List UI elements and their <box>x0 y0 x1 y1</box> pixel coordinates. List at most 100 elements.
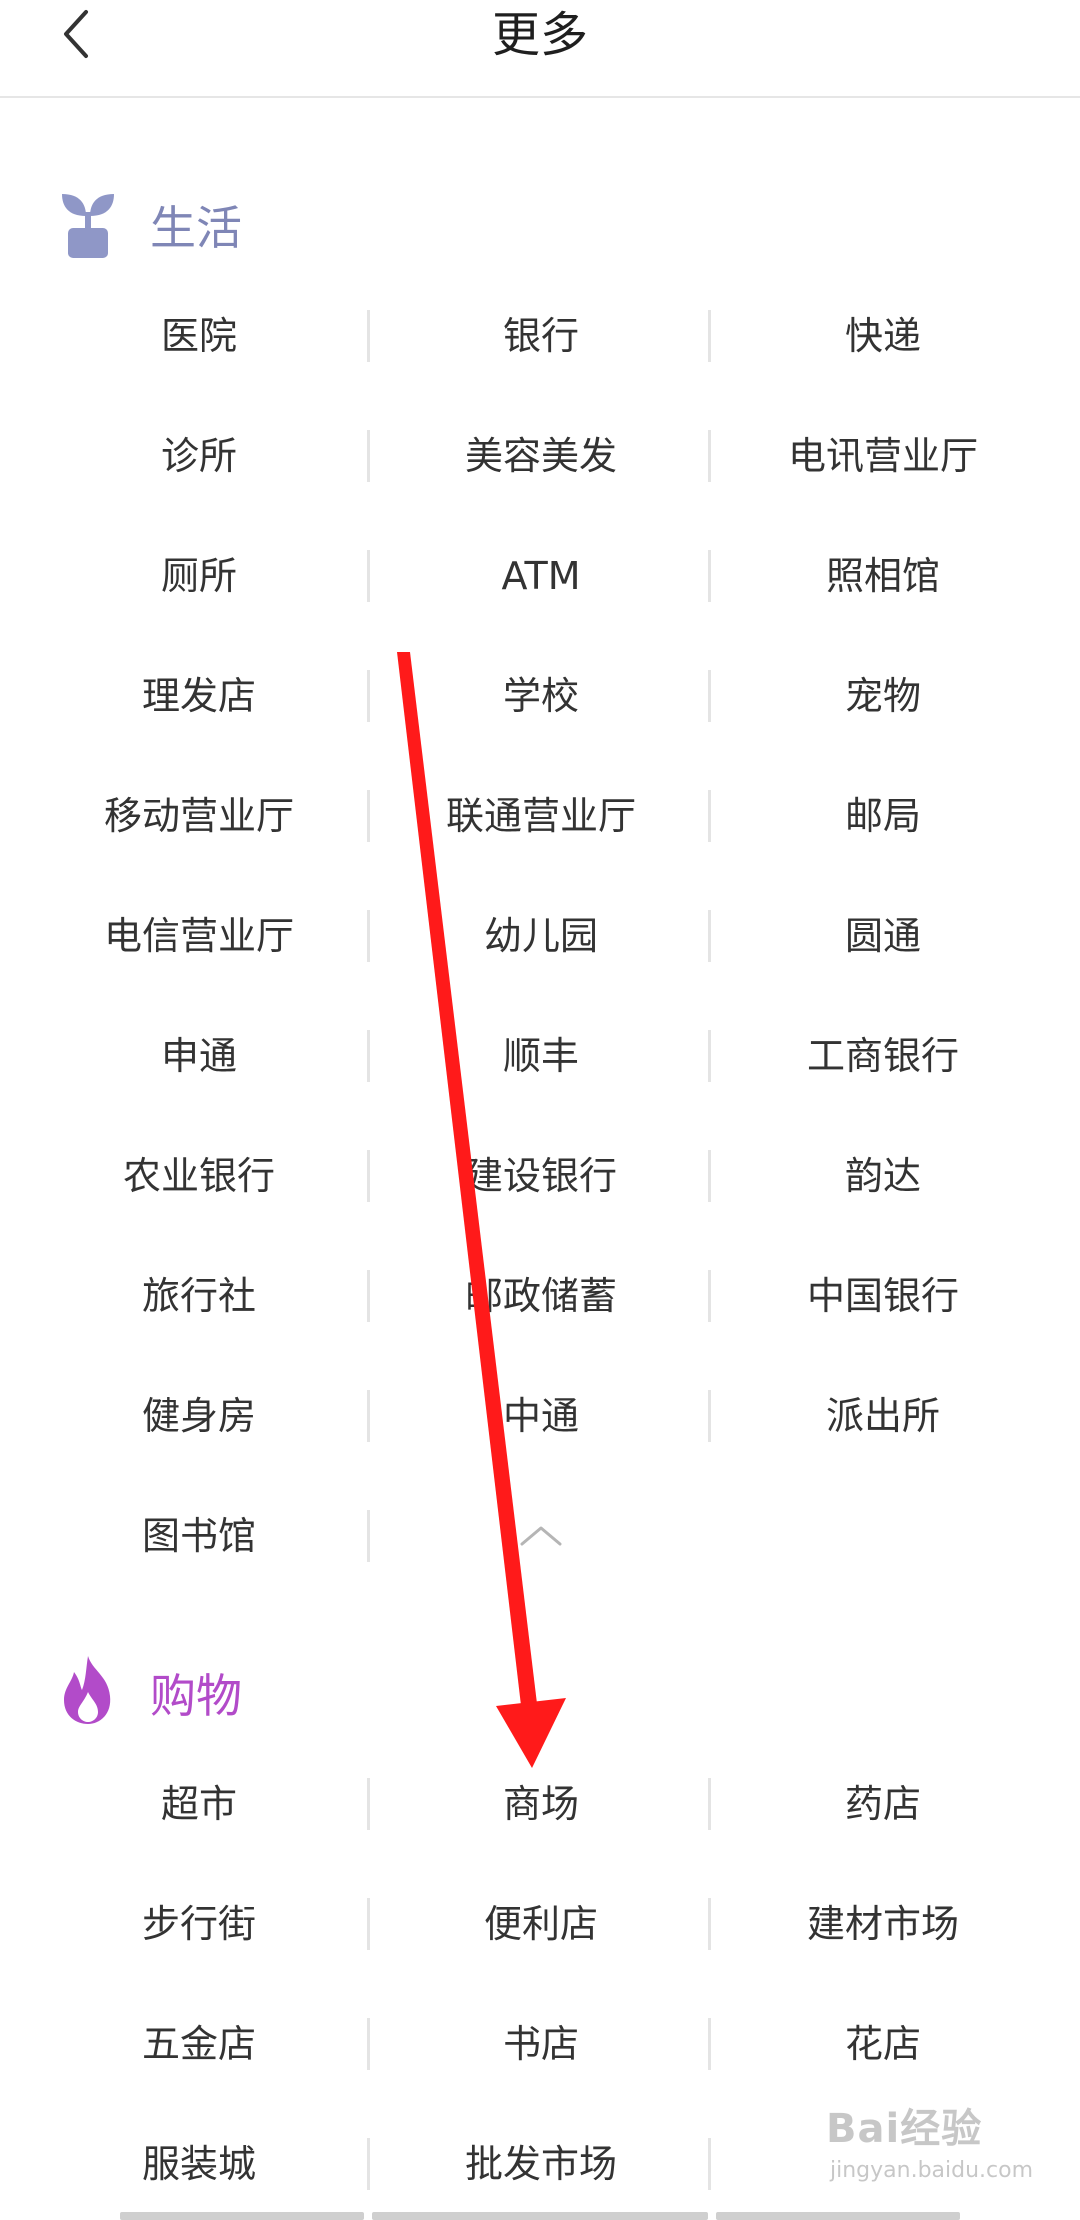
category-item[interactable]: ATM <box>370 516 712 636</box>
category-item[interactable]: 诊所 <box>28 396 370 516</box>
column-divider <box>708 1778 711 1830</box>
category-item[interactable]: 建设银行 <box>370 1116 712 1236</box>
category-item[interactable]: 顺丰 <box>370 996 712 1116</box>
grid-row: 步行街 便利店 建材市场 <box>0 1864 1080 1984</box>
column-divider <box>708 310 711 362</box>
category-item[interactable]: 便利店 <box>370 1864 712 1984</box>
category-item[interactable]: 移动营业厅 <box>28 756 370 876</box>
category-item[interactable]: 学校 <box>370 636 712 756</box>
column-divider <box>367 2018 370 2070</box>
category-item[interactable]: 药店 <box>712 1744 1054 1864</box>
category-item[interactable]: 理发店 <box>28 636 370 756</box>
sprout-icon <box>62 194 114 258</box>
column-divider <box>367 1270 370 1322</box>
category-item[interactable]: 商场 <box>370 1744 712 1864</box>
category-item[interactable]: 幼儿园 <box>370 876 712 996</box>
category-item[interactable]: 步行街 <box>28 1864 370 1984</box>
grid-row: 电信营业厅 幼儿园 圆通 <box>0 876 1080 996</box>
top-nav-bar: 更多 <box>0 0 1080 98</box>
column-divider <box>708 670 711 722</box>
category-item[interactable]: 中国银行 <box>712 1236 1054 1356</box>
category-item[interactable]: 健身房 <box>28 1356 370 1476</box>
grid-row: 旅行社 邮政储蓄 中国银行 <box>0 1236 1080 1356</box>
category-item[interactable]: 批发市场 <box>370 2104 712 2220</box>
column-divider <box>708 1150 711 1202</box>
grid-row: 厕所 ATM 照相馆 <box>0 516 1080 636</box>
category-item[interactable]: 申通 <box>28 996 370 1116</box>
category-item[interactable]: 花店 <box>712 1984 1054 2104</box>
section-title-shop: 购物 <box>150 1669 242 1723</box>
column-divider <box>708 1030 711 1082</box>
column-divider <box>367 430 370 482</box>
column-divider <box>367 2138 370 2190</box>
category-item[interactable]: 超市 <box>28 1744 370 1864</box>
category-item[interactable]: 派出所 <box>712 1356 1054 1476</box>
column-divider <box>367 910 370 962</box>
category-item[interactable]: 邮局 <box>712 756 1054 876</box>
column-divider <box>367 1510 370 1562</box>
column-divider <box>708 790 711 842</box>
section-title-life: 生活 <box>150 201 242 255</box>
section-header-life: 生活 <box>0 188 1080 268</box>
chevron-up-icon <box>520 1526 562 1546</box>
category-item[interactable]: 农业银行 <box>28 1116 370 1236</box>
column-divider <box>708 430 711 482</box>
category-item[interactable]: 工商银行 <box>712 996 1054 1116</box>
category-item[interactable]: 五金店 <box>28 1984 370 2104</box>
category-item[interactable]: 快递 <box>712 276 1054 396</box>
category-item[interactable]: 书店 <box>370 1984 712 2104</box>
more-categories-page: 更多 生活 医院 银行 快递 诊所 美容美发 电讯营业厅 厕所 ATM 照相馆 理发店 学校 宠物 移动… <box>0 0 1080 2220</box>
grid-row: 农业银行 建设银行 韵达 <box>0 1116 1080 1236</box>
column-divider <box>708 1898 711 1950</box>
watermark-brand: Bai经验 <box>826 2106 983 2152</box>
column-divider <box>367 1150 370 1202</box>
category-item[interactable]: 厕所 <box>28 516 370 636</box>
flame-icon <box>64 1656 111 1724</box>
grid-row: 理发店 学校 宠物 <box>0 636 1080 756</box>
column-divider <box>367 1030 370 1082</box>
column-divider <box>367 790 370 842</box>
page-title: 更多 <box>491 7 588 63</box>
category-item[interactable]: 图书馆 <box>28 1476 370 1596</box>
category-item[interactable]: 邮政储蓄 <box>370 1236 712 1356</box>
column-divider <box>367 1390 370 1442</box>
category-item[interactable]: 电信营业厅 <box>28 876 370 996</box>
category-item[interactable]: 圆通 <box>712 876 1054 996</box>
category-item[interactable]: 服装城 <box>28 2104 370 2220</box>
category-item[interactable]: 照相馆 <box>712 516 1054 636</box>
tab-indicator <box>372 2212 708 2220</box>
grid-row: 超市 商场 药店 <box>0 1744 1080 1864</box>
column-divider <box>367 310 370 362</box>
column-divider <box>708 550 711 602</box>
grid-row: 五金店 书店 花店 <box>0 1984 1080 2104</box>
category-item[interactable]: 旅行社 <box>28 1236 370 1356</box>
column-divider <box>708 1390 711 1442</box>
column-divider <box>708 1270 711 1322</box>
category-item[interactable]: 银行 <box>370 276 712 396</box>
category-item[interactable]: 医院 <box>28 276 370 396</box>
column-divider <box>708 910 711 962</box>
grid-row: 申通 顺丰 工商银行 <box>0 996 1080 1116</box>
category-item[interactable]: 建材市场 <box>712 1864 1054 1984</box>
column-divider <box>367 1898 370 1950</box>
column-divider <box>708 2138 711 2190</box>
category-item[interactable]: 电讯营业厅 <box>712 396 1054 516</box>
section-header-shop: 购物 <box>0 1656 1080 1736</box>
grid-row: 诊所 美容美发 电讯营业厅 <box>0 396 1080 516</box>
category-item[interactable]: 中通 <box>370 1356 712 1476</box>
tab-indicator <box>120 2212 364 2220</box>
column-divider <box>367 1778 370 1830</box>
category-item[interactable]: 美容美发 <box>370 396 712 516</box>
grid-row: 图书馆 <box>0 1476 1080 1596</box>
life-category-grid: 医院 银行 快递 诊所 美容美发 电讯营业厅 厕所 ATM 照相馆 理发店 学校 宠物 移动营业厅 联通营… <box>0 276 1080 1596</box>
category-item[interactable]: 联通营业厅 <box>370 756 712 876</box>
grid-row: 健身房 中通 派出所 <box>0 1356 1080 1476</box>
grid-row: 医院 银行 快递 <box>0 276 1080 396</box>
collapse-button[interactable] <box>500 1476 582 1596</box>
column-divider <box>367 550 370 602</box>
category-item[interactable]: 宠物 <box>712 636 1054 756</box>
category-item[interactable]: 韵达 <box>712 1116 1054 1236</box>
watermark-url: jingyan.baidu.com <box>830 2158 1034 2183</box>
tab-indicator <box>716 2212 960 2220</box>
baidu-jingyan-watermark: Bai经验 jingyan.baidu.com <box>826 2096 1066 2196</box>
